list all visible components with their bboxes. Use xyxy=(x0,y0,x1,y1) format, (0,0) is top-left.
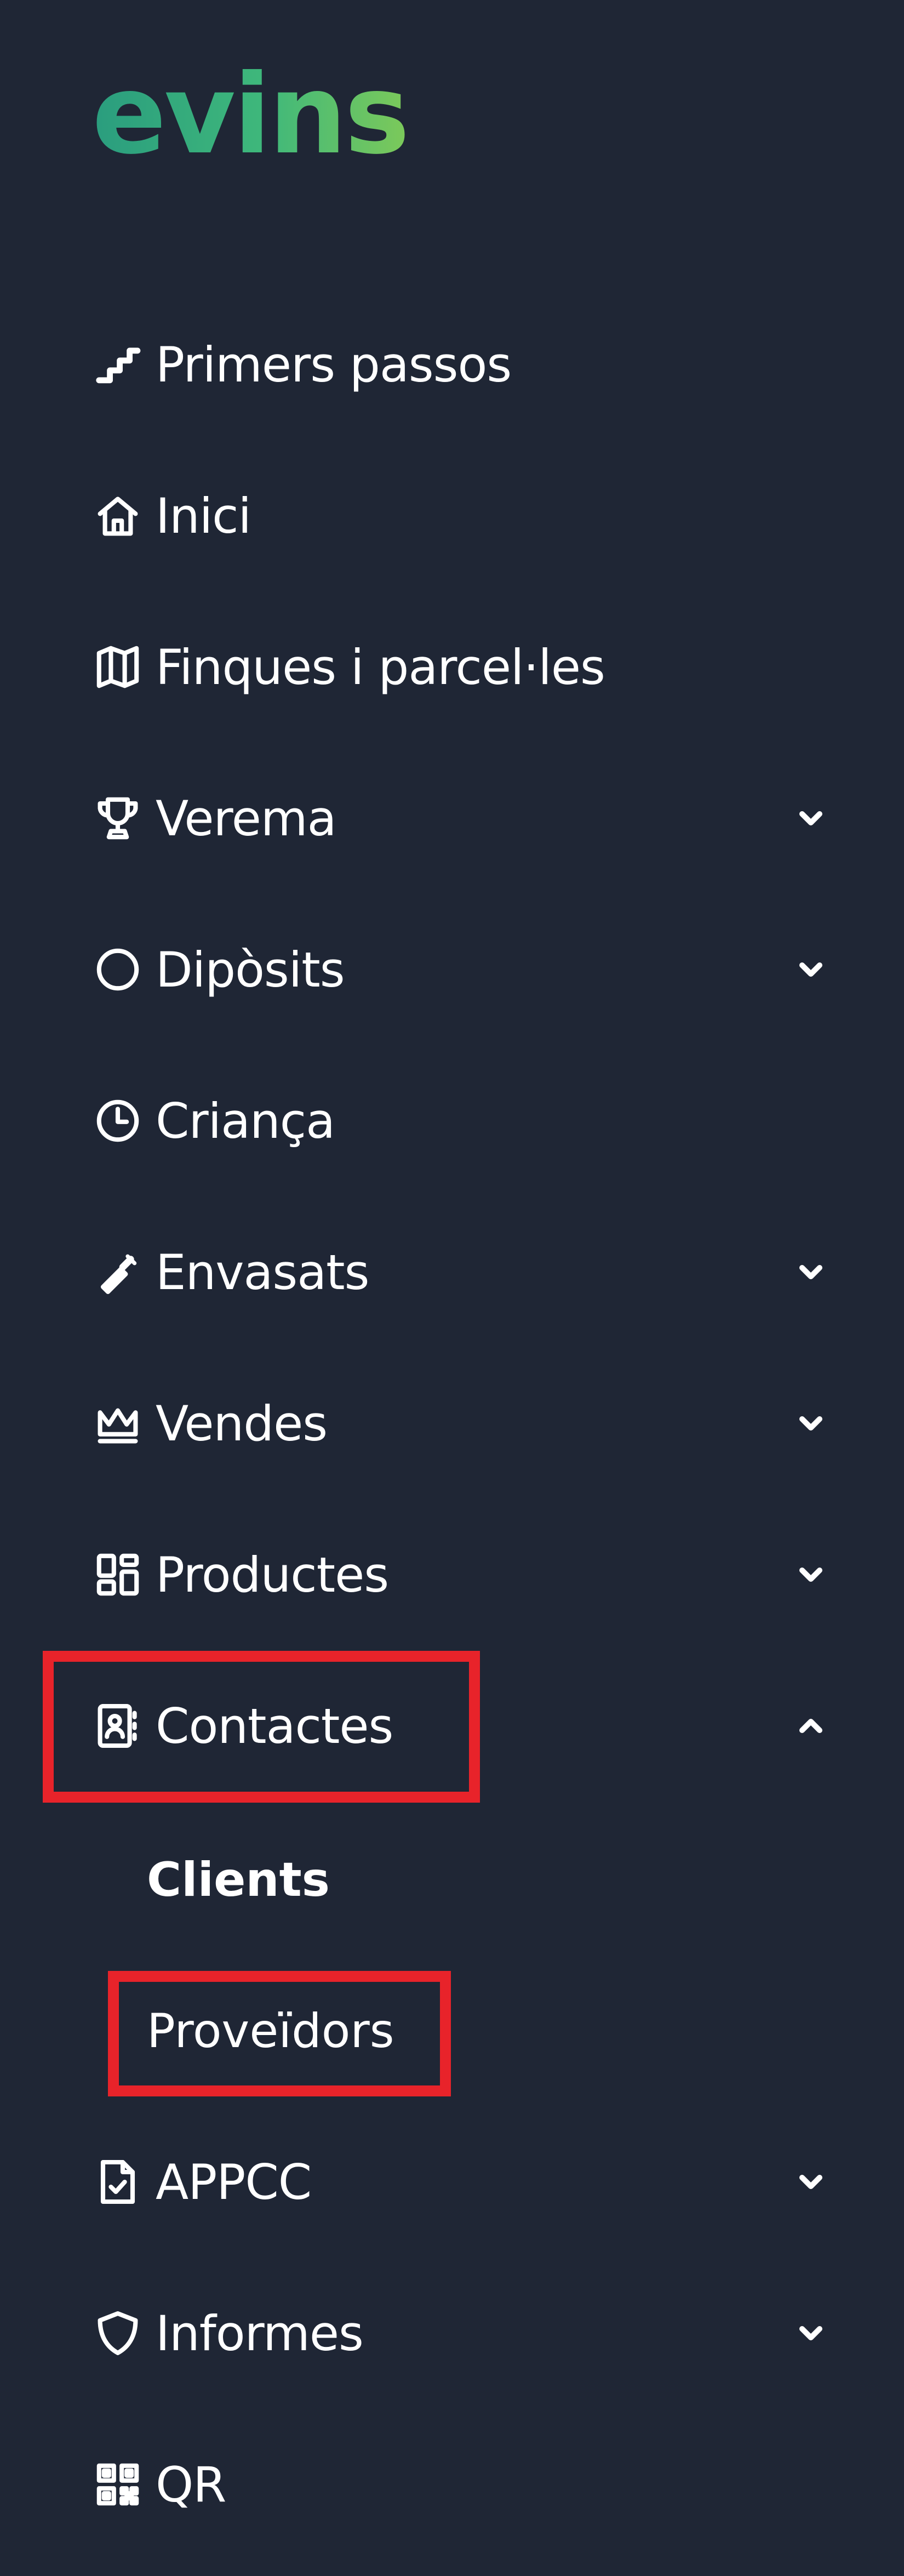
sidebar-item-label: Productes xyxy=(156,1546,389,1603)
sidebar-item-label: Contactes xyxy=(156,1697,393,1754)
home-icon xyxy=(93,488,148,543)
sidebar-item-contactes[interactable]: Contactes xyxy=(93,1688,827,1764)
sidebar-item-vendes[interactable]: Vendes xyxy=(93,1385,827,1462)
crown-icon xyxy=(93,1396,148,1451)
sidebar-item-crianca[interactable]: Criança xyxy=(93,1082,827,1159)
clock-icon xyxy=(93,1093,148,1148)
evins-logo[interactable]: evins xyxy=(92,60,410,170)
sidebar-item-label: Dipòsits xyxy=(156,941,345,998)
file-check-icon xyxy=(93,2155,148,2209)
sidebar-item-diposits[interactable]: Dipòsits xyxy=(93,931,827,1008)
shield-icon xyxy=(93,2306,148,2361)
chevron-down-icon[interactable] xyxy=(794,1407,827,1440)
sidebar-item-label: Inici xyxy=(156,487,251,544)
sidebar-item-label: QR xyxy=(156,2456,226,2513)
sidebar-item-label: Vendes xyxy=(156,1395,328,1452)
sidebar-subitem-clients[interactable]: Clients xyxy=(147,1844,330,1916)
sidebar-item-label: Criança xyxy=(156,1092,335,1149)
bottle-icon xyxy=(93,1245,148,1300)
chevron-down-icon[interactable] xyxy=(794,953,827,986)
chevron-down-icon[interactable] xyxy=(794,1558,827,1591)
sidebar-item-verema[interactable]: Verema xyxy=(93,780,827,857)
grid-icon xyxy=(93,1547,148,1602)
sidebar-item-productes[interactable]: Productes xyxy=(93,1536,827,1613)
sidebar-item-label: Envasats xyxy=(156,1244,370,1301)
trophy-icon xyxy=(93,791,148,846)
sidebar-item-appcc[interactable]: APPCC xyxy=(93,2144,827,2220)
sidebar-item-label: APPCC xyxy=(156,2153,312,2210)
chevron-down-icon[interactable] xyxy=(794,2317,827,2350)
sidebar-item-label: Informes xyxy=(156,2305,364,2362)
sidebar-item-inici[interactable]: Inici xyxy=(93,477,827,554)
qr-icon xyxy=(93,2457,148,2512)
sidebar-subitem-proveidors[interactable]: Proveïdors xyxy=(147,1996,394,2067)
stairs-icon xyxy=(93,337,148,392)
map-icon xyxy=(93,640,148,694)
circle-icon xyxy=(93,942,148,997)
contact-book-icon xyxy=(93,1699,148,1753)
sidebar-item-envasats[interactable]: Envasats xyxy=(93,1234,827,1310)
sidebar-item-informes[interactable]: Informes xyxy=(93,2295,827,2372)
sidebar-item-qr[interactable]: QR xyxy=(93,2446,827,2523)
chevron-down-icon[interactable] xyxy=(794,1256,827,1289)
sidebar-item-label: Primers passos xyxy=(156,336,512,393)
chevron-up-icon[interactable] xyxy=(794,1709,827,1742)
chevron-down-icon[interactable] xyxy=(794,2165,827,2198)
chevron-down-icon[interactable] xyxy=(794,802,827,835)
sidebar-item-label: Verema xyxy=(156,790,337,847)
sidebar-item-finques[interactable]: Finques i parcel·les xyxy=(93,629,827,705)
sidebar-item-label: Finques i parcel·les xyxy=(156,639,605,696)
sidebar-item-primers-passos[interactable]: Primers passos xyxy=(93,326,827,403)
sidebar: evins Primers passos Inici Finques i par… xyxy=(0,0,904,2576)
